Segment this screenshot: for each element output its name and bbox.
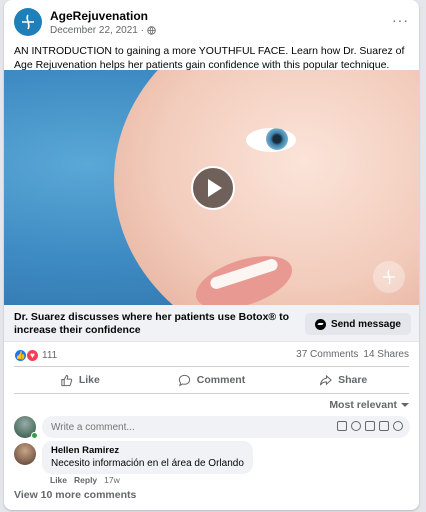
shares-count[interactable]: 14 Shares bbox=[363, 349, 409, 360]
divider bbox=[14, 393, 409, 394]
comment-bubble-icon bbox=[178, 374, 190, 386]
share-button[interactable]: Share bbox=[277, 369, 409, 391]
comment-bubble: Hellen Ramirez Necesito información en e… bbox=[42, 441, 253, 474]
comment-label: Comment bbox=[196, 374, 246, 386]
sticker-icon[interactable] bbox=[393, 421, 403, 431]
action-bar: Like Comment Share bbox=[14, 369, 409, 391]
play-button[interactable] bbox=[191, 166, 235, 210]
eye-image bbox=[246, 128, 296, 152]
comment-timestamp[interactable]: 17w bbox=[104, 475, 120, 485]
gif-icon[interactable] bbox=[379, 421, 389, 431]
share-arrow-icon bbox=[319, 374, 332, 385]
commenter-avatar[interactable] bbox=[14, 443, 36, 465]
thumbs-up-icon bbox=[61, 374, 73, 386]
comment-button[interactable]: Comment bbox=[146, 369, 278, 391]
post-meta: December 22, 2021 · bbox=[50, 25, 156, 36]
page-name[interactable]: AgeRejuvenation bbox=[50, 9, 148, 23]
sort-label: Most relevant bbox=[329, 399, 397, 411]
post-text: AN INTRODUCTION to gaining a more YOUTHF… bbox=[14, 45, 405, 71]
send-message-label: Send message bbox=[330, 318, 401, 330]
comment-input-tools bbox=[337, 421, 403, 431]
like-label: Like bbox=[78, 374, 100, 386]
send-message-button[interactable]: Send message bbox=[304, 313, 411, 335]
video-thumbnail[interactable] bbox=[4, 70, 419, 305]
link-preview[interactable]: Dr. Suarez discusses where her patients … bbox=[4, 305, 419, 342]
comments-count[interactable]: 37 Comments bbox=[296, 349, 358, 360]
post-header: AgeRejuvenation December 22, 2021 · ··· bbox=[14, 8, 409, 40]
messenger-icon bbox=[314, 318, 326, 330]
love-reaction-icon: ♥ bbox=[26, 349, 39, 362]
online-status-indicator bbox=[31, 432, 38, 439]
emoji-icon[interactable] bbox=[351, 421, 361, 431]
watermark-logo-icon bbox=[373, 261, 405, 293]
more-options-button[interactable]: ··· bbox=[392, 12, 409, 28]
comment-actions: Like Reply 17w bbox=[50, 475, 120, 485]
like-button[interactable]: Like bbox=[14, 369, 146, 391]
comment-reply-link[interactable]: Reply bbox=[74, 475, 97, 485]
post-card: AgeRejuvenation December 22, 2021 · ··· … bbox=[4, 0, 419, 510]
comment-text: Necesito información en el área de Orlan… bbox=[51, 458, 244, 469]
view-more-comments-link[interactable]: View 10 more comments bbox=[14, 489, 136, 501]
divider bbox=[14, 366, 409, 367]
camera-icon[interactable] bbox=[365, 421, 375, 431]
comment-like-link[interactable]: Like bbox=[50, 475, 67, 485]
reaction-count: 111 bbox=[42, 350, 58, 361]
chevron-down-icon bbox=[401, 403, 409, 407]
comment-author[interactable]: Hellen Ramirez bbox=[51, 445, 244, 456]
comment-sort-dropdown[interactable]: Most relevant bbox=[329, 399, 409, 411]
page-avatar[interactable] bbox=[14, 8, 42, 36]
engagement-stats: 37 Comments 14 Shares bbox=[296, 349, 409, 360]
play-icon bbox=[208, 179, 222, 197]
globe-icon bbox=[147, 26, 156, 35]
avatar-sticker-icon[interactable] bbox=[337, 421, 347, 431]
post-date[interactable]: December 22, 2021 · bbox=[50, 25, 144, 36]
link-title[interactable]: Dr. Suarez discusses where her patients … bbox=[14, 311, 294, 337]
brand-logo-icon bbox=[22, 14, 34, 30]
reaction-summary[interactable]: 👍 ♥ 111 bbox=[14, 349, 57, 362]
share-label: Share bbox=[338, 374, 368, 386]
